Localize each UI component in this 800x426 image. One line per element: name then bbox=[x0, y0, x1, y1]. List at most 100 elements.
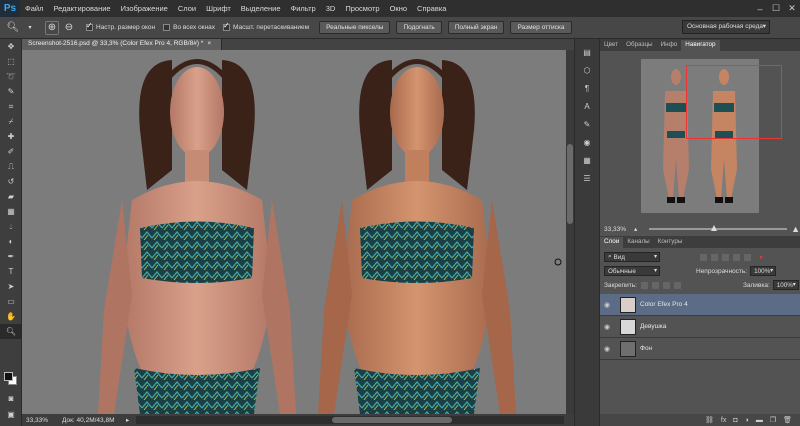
layer-name[interactable]: Фон bbox=[640, 345, 652, 352]
brush-presets-icon[interactable]: ✎ bbox=[575, 115, 599, 133]
maximize-button[interactable]: ☐ bbox=[768, 0, 784, 17]
healing-brush-tool-icon[interactable]: ✚ bbox=[0, 129, 22, 144]
zoom-in-mountain-icon[interactable]: ▲ bbox=[791, 224, 800, 234]
smart-filter-icon[interactable] bbox=[744, 253, 751, 261]
adjustment-filter-icon[interactable] bbox=[711, 253, 718, 261]
tab-color[interactable]: Цвет bbox=[600, 40, 622, 51]
visibility-eye-icon[interactable]: ◉ bbox=[600, 301, 614, 309]
tab-channels[interactable]: Каналы bbox=[623, 237, 653, 248]
lock-pixels-icon[interactable] bbox=[651, 281, 659, 289]
history-panel-icon[interactable]: ▤ bbox=[575, 43, 599, 61]
fill-input[interactable]: 100% bbox=[772, 280, 799, 290]
visibility-eye-icon[interactable]: ◉ bbox=[600, 323, 614, 331]
navigator-zoom-value[interactable]: 33,33% bbox=[604, 226, 626, 233]
tab-swatches[interactable]: Образцы bbox=[622, 40, 656, 51]
horizontal-scrollbar[interactable] bbox=[136, 416, 564, 424]
filter-toggle-icon[interactable]: ● bbox=[759, 254, 763, 261]
layer-name[interactable]: Девушка bbox=[640, 323, 666, 330]
menu-select[interactable]: Выделение bbox=[236, 4, 286, 13]
brush-tool-icon[interactable]: ✐ bbox=[0, 144, 22, 159]
zoom-out-mountain-icon[interactable]: ▴ bbox=[634, 225, 637, 233]
opacity-input[interactable]: 100% bbox=[750, 266, 777, 276]
link-icon[interactable]: ⛓ bbox=[705, 416, 714, 424]
menu-view[interactable]: Просмотр bbox=[340, 4, 384, 13]
trash-icon[interactable]: 🗑︎ bbox=[783, 416, 792, 424]
new-layer-icon[interactable]: ❐ bbox=[770, 416, 776, 424]
pen-tool-icon[interactable]: ✒ bbox=[0, 249, 22, 264]
menu-type[interactable]: Шрифт bbox=[201, 4, 236, 13]
screen-mode-icon[interactable]: ▣ bbox=[0, 407, 22, 422]
mask-icon[interactable]: ◘ bbox=[733, 417, 737, 424]
pixel-filter-icon[interactable] bbox=[700, 253, 707, 261]
menu-edit[interactable]: Редактирование bbox=[48, 4, 115, 13]
workspace-select[interactable]: Основная рабочая среда bbox=[682, 20, 770, 34]
gradient-tool-icon[interactable]: ▦ bbox=[0, 204, 22, 219]
all-windows-checkbox[interactable]: Во всех окнах bbox=[163, 24, 215, 31]
type-tool-icon[interactable]: T bbox=[0, 264, 22, 279]
navigator-slider-knob[interactable] bbox=[711, 225, 718, 231]
document-size-info[interactable]: Док: 40,2М/43,8М bbox=[56, 417, 126, 424]
minimize-button[interactable]: – bbox=[752, 0, 768, 17]
character-panel-icon[interactable]: A bbox=[575, 97, 599, 115]
zoom-out-icon[interactable]: ⊖ bbox=[62, 21, 76, 35]
3d-panel-icon[interactable]: ⬡ bbox=[575, 61, 599, 79]
menu-layers[interactable]: Слои bbox=[173, 4, 201, 13]
document-tab[interactable]: Screenshot-2516.psd @ 33,3% (Color Efex … bbox=[22, 39, 222, 50]
move-tool-icon[interactable]: ✥ bbox=[0, 39, 22, 54]
status-menu-arrow-icon[interactable]: ▸ bbox=[126, 416, 136, 424]
menu-file[interactable]: Файл bbox=[20, 4, 48, 13]
fx-icon[interactable]: fx bbox=[721, 417, 726, 424]
document-canvas[interactable] bbox=[22, 50, 574, 414]
fill-screen-button[interactable]: Полный экран bbox=[447, 21, 505, 34]
tool-preset-dropdown-icon[interactable]: ▾ bbox=[23, 21, 37, 35]
hand-tool-icon[interactable]: ✋ bbox=[0, 309, 22, 324]
navigator-preview[interactable] bbox=[641, 59, 782, 213]
layer-row[interactable]: ◉ Девушка bbox=[600, 316, 800, 338]
shape-tool-icon[interactable]: ▭ bbox=[0, 294, 22, 309]
tab-info[interactable]: Инфо bbox=[657, 40, 682, 51]
properties-panel-icon[interactable]: ☰ bbox=[575, 169, 599, 187]
marquee-tool-icon[interactable]: ⬚ bbox=[0, 54, 22, 69]
fit-screen-button[interactable]: Подогнать bbox=[396, 21, 442, 34]
vertical-scroll-thumb[interactable] bbox=[567, 144, 573, 224]
fit-windows-checkbox[interactable]: Настр. размер окон bbox=[86, 21, 155, 31]
menu-image[interactable]: Изображение bbox=[116, 4, 173, 13]
vertical-scrollbar[interactable] bbox=[566, 50, 574, 414]
layer-name[interactable]: Color Efex Pro 4 bbox=[640, 301, 688, 308]
menu-filter[interactable]: Фильтр bbox=[286, 4, 321, 13]
tab-layers[interactable]: Слои bbox=[600, 237, 624, 248]
folder-icon[interactable]: ▬ bbox=[756, 417, 763, 424]
blend-mode-select[interactable]: Обычные bbox=[604, 266, 660, 276]
paragraph-panel-icon[interactable]: ¶ bbox=[575, 79, 599, 97]
layer-row[interactable]: ◉ Color Efex Pro 4 bbox=[600, 294, 800, 316]
lasso-tool-icon[interactable]: ➰ bbox=[0, 69, 22, 84]
menu-help[interactable]: Справка bbox=[412, 4, 451, 13]
tab-paths[interactable]: Контуры bbox=[654, 237, 687, 248]
navigator-zoom-slider[interactable] bbox=[649, 225, 788, 231]
horizontal-scroll-thumb[interactable] bbox=[332, 417, 452, 423]
path-select-tool-icon[interactable]: ➤ bbox=[0, 279, 22, 294]
quick-mask-icon[interactable]: ◙ bbox=[0, 391, 22, 406]
layer-row[interactable]: ◉ Фон bbox=[600, 338, 800, 360]
menu-window[interactable]: Окно bbox=[385, 4, 412, 13]
tool-presets-icon[interactable]: ▦ bbox=[575, 151, 599, 169]
close-button[interactable]: ✕ bbox=[784, 0, 800, 17]
quick-select-tool-icon[interactable]: ✎ bbox=[0, 84, 22, 99]
blur-tool-icon[interactable]: 💧︎ bbox=[0, 219, 22, 234]
crop-tool-icon[interactable]: ⌗ bbox=[0, 99, 22, 114]
zoom-tool-icon[interactable]: 🔍︎ bbox=[6, 21, 20, 35]
history-brush-tool-icon[interactable]: ↺ bbox=[0, 174, 22, 189]
zoom-in-icon[interactable]: ⊕ bbox=[45, 20, 59, 35]
type-filter-icon[interactable] bbox=[722, 253, 729, 261]
menu-3d[interactable]: 3D bbox=[321, 4, 341, 13]
actual-pixels-button[interactable]: Реальные пикселы bbox=[319, 21, 391, 34]
adjustment-icon[interactable]: ◑ bbox=[745, 417, 749, 424]
lock-transparent-icon[interactable] bbox=[640, 281, 648, 289]
dodge-tool-icon[interactable]: ◐ bbox=[0, 234, 22, 249]
close-document-icon[interactable]: × bbox=[207, 40, 211, 47]
clone-stamp-tool-icon[interactable]: ⎍ bbox=[0, 159, 22, 174]
print-size-button[interactable]: Размер оттиска bbox=[510, 21, 572, 34]
lock-all-icon[interactable] bbox=[673, 281, 681, 289]
eyedropper-tool-icon[interactable]: ⌿ bbox=[0, 114, 22, 129]
navigator-view-box[interactable] bbox=[686, 65, 782, 139]
